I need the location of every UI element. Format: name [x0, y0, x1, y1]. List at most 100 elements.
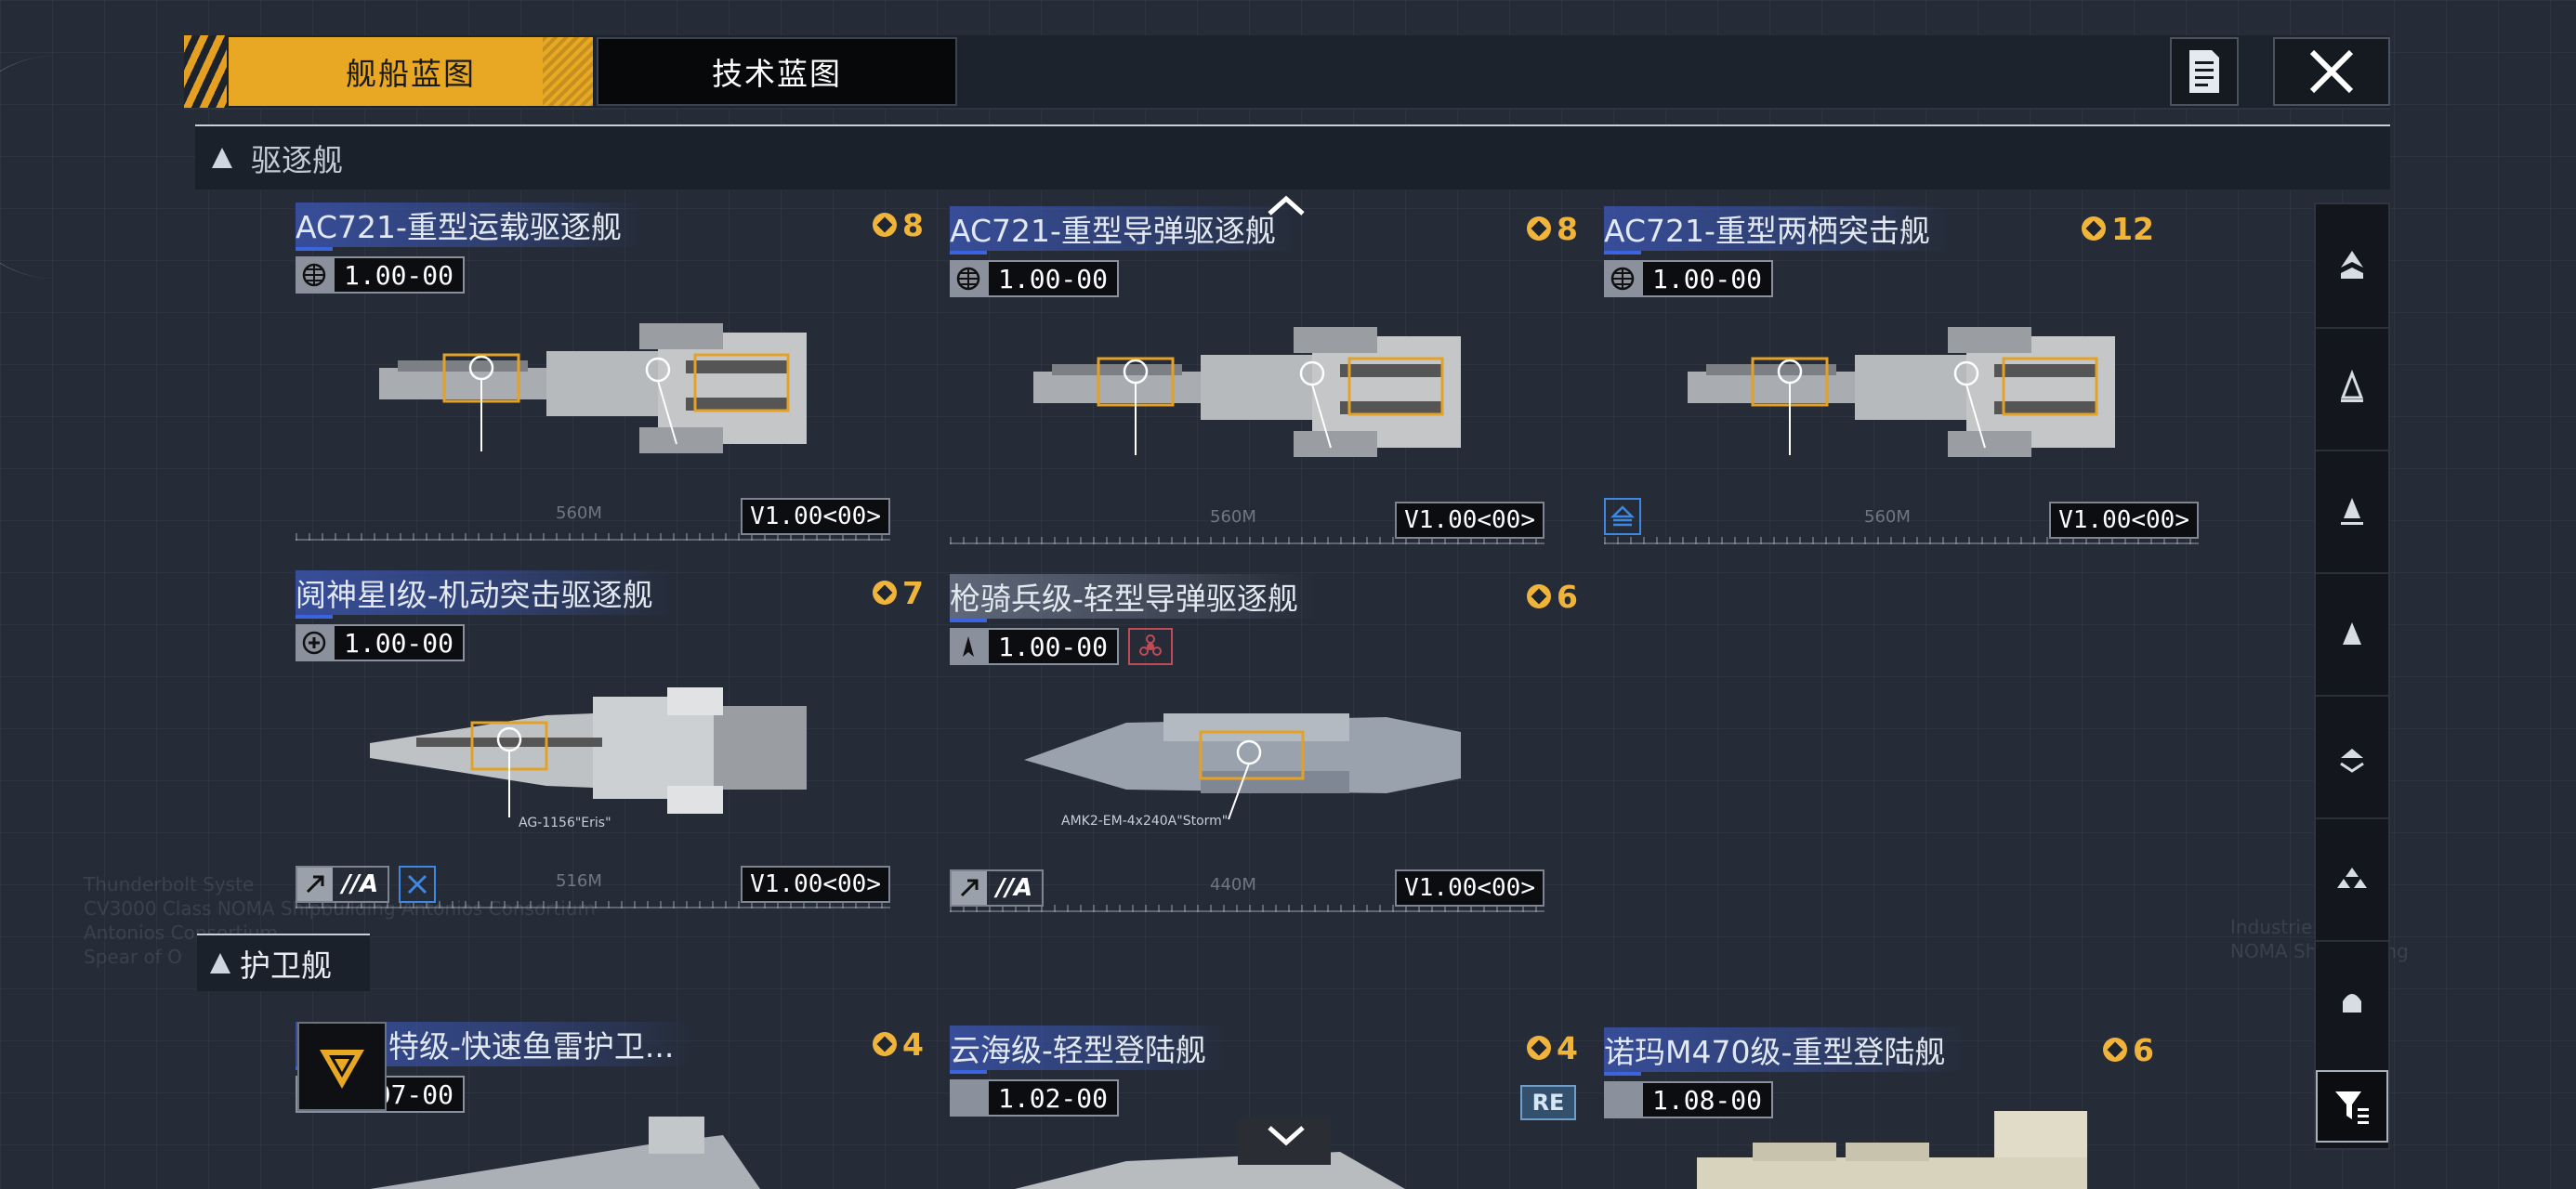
collapse-triangle-icon: [210, 953, 230, 973]
card-title: 云海级-轻型登陆舰: [950, 1026, 1225, 1074]
re-badge: RE: [1520, 1085, 1576, 1120]
dimension-text: 516M: [556, 871, 602, 891]
filter-button[interactable]: [2316, 1070, 2388, 1143]
card-cost: 8: [873, 203, 924, 247]
dimension-row: 560M V1.00<00>: [1604, 498, 2236, 544]
blueprint-card[interactable]: 阋神星I级-机动突击驱逐舰 7 1.00-00 AG-1156"Eris" //…: [296, 570, 927, 923]
amphibious-icon: [1604, 498, 1641, 535]
stat-value: 1.00-00: [333, 256, 466, 294]
filter-frigate[interactable]: [2316, 695, 2388, 819]
version-label: V1.00<00>: [1395, 502, 1544, 539]
document-button[interactable]: [2170, 37, 2239, 106]
avatar[interactable]: [297, 1022, 387, 1111]
ship-caption: AG-1156"Eris": [519, 816, 611, 830]
fighter-icon: [950, 628, 987, 665]
dimension-row: 560M V1.00<00>: [296, 498, 927, 541]
card-title: AC721-重型两栖突击舰: [1604, 206, 1949, 255]
blueprint-card[interactable]: 枪骑兵级-轻型导弹驱逐舰 6 1.00-00 AMK2-EM-4x240A"St…: [950, 574, 1582, 927]
tag-group: //A: [296, 866, 437, 903]
ship-image: AG-1156"Eris": [370, 687, 807, 830]
card-cost: 7: [873, 570, 924, 615]
crossed-swords-icon: [399, 866, 437, 903]
stat-value: 1.02-00: [987, 1079, 1120, 1117]
cost-value: 7: [902, 574, 924, 611]
card-cost: 6: [1527, 574, 1578, 619]
card-title: AC721-重型导弹驱逐舰: [950, 206, 1295, 255]
scroll-up-icon[interactable]: [1264, 191, 1308, 219]
stat-badge: 1.02-00: [950, 1079, 1120, 1117]
tab-label: 技术蓝图: [712, 56, 842, 92]
tab-label: 舰船蓝图: [346, 56, 476, 92]
ship-image: [370, 1117, 760, 1189]
assault-icon: [297, 868, 333, 901]
ship-image: [1688, 327, 2115, 457]
blueprint-card[interactable]: AC721-重型导弹驱逐舰 8 1.00-00 560M V1.00<00>: [950, 206, 1582, 559]
tab-ship-blueprints[interactable]: 舰船蓝图: [229, 37, 593, 106]
filter-carrier[interactable]: [2316, 327, 2388, 451]
card-title: AC721-重型运载驱逐舰: [296, 203, 640, 251]
dimension-text: 560M: [1864, 507, 1911, 527]
filter-auxiliary[interactable]: [2316, 940, 2388, 1063]
role-tag: //A: [296, 866, 390, 903]
assault-icon: [952, 871, 987, 905]
version-label: V1.00<00>: [2049, 502, 2199, 539]
bg-text-4: Spear of O: [84, 946, 182, 968]
stat-value: 1.00-00: [1641, 260, 1774, 297]
dimension-text: 560M: [1210, 507, 1256, 527]
cost-value: 4: [902, 1026, 924, 1063]
ship-caption: AMK2-EM-4x240A"Storm": [1061, 814, 1228, 829]
coin-icon: [2082, 216, 2107, 241]
coin-icon: [1527, 216, 1552, 241]
background-arc: [0, 56, 78, 279]
card-cost: 8: [1527, 206, 1578, 251]
section-header-frigate[interactable]: 护卫舰: [197, 934, 370, 991]
scroll-down-icon[interactable]: [1264, 1122, 1308, 1150]
dimension-text: 560M: [556, 503, 602, 523]
blueprint-card[interactable]: 特级-快速鱼雷护卫... 4 1.07-00: [296, 1022, 927, 1189]
module-icon: [950, 1079, 987, 1117]
frigate-icon: [2340, 749, 2364, 773]
card-title-text: 阋神星I级-机动突击驱逐舰: [296, 577, 653, 613]
blueprint-card[interactable]: AC721-重型两栖突击舰 12 1.00-00 560M V1.00<00>: [1604, 206, 2236, 559]
section-label: 护卫舰: [240, 947, 332, 984]
coin-icon: [873, 581, 898, 605]
blueprint-card[interactable]: 诺玛M470级-重型登陆舰 6 1.08-00: [1604, 1027, 2236, 1189]
stat-value: 1.00-00: [333, 624, 466, 661]
cruiser-icon: [2341, 498, 2363, 525]
radiation-icon: [1128, 628, 1174, 665]
card-title: 枪骑兵级-轻型导弹驱逐舰: [950, 574, 1317, 622]
class-filter-rail: [2314, 203, 2390, 1150]
coin-icon: [1527, 584, 1552, 608]
card-title-text: AC721-重型两栖突击舰: [1604, 213, 1930, 249]
filter-corvette[interactable]: [2316, 817, 2388, 942]
blueprint-card[interactable]: AC721-重型运载驱逐舰 8 1.00-00 560M V1.00<00>: [296, 203, 927, 555]
stat-badge: 1.00-00: [296, 624, 466, 661]
filter-cruiser[interactable]: [2316, 450, 2388, 574]
card-title: 诺玛M470级-重型登陆舰: [1604, 1027, 1965, 1076]
globe-icon: [296, 256, 333, 294]
dimension-row: 560M V1.00<00>: [950, 502, 1582, 544]
dimension-text: 440M: [1210, 875, 1256, 895]
globe-icon: [950, 260, 987, 297]
ship-image: AMK2-EM-4x240A"Storm": [1024, 713, 1461, 829]
rank-chevron-icon: [320, 1050, 364, 1089]
role-tag: //A: [950, 869, 1045, 907]
filter-battleship[interactable]: [2316, 204, 2388, 329]
role-tag-text: //A: [342, 870, 379, 898]
tab-tech-blueprints[interactable]: 技术蓝图: [597, 37, 957, 106]
filter-destroyer[interactable]: [2316, 572, 2388, 697]
close-button[interactable]: [2273, 37, 2390, 106]
cost-value: 8: [1557, 210, 1578, 247]
cost-value: 12: [2111, 210, 2154, 247]
ship-image: [1033, 327, 1461, 457]
blueprint-card[interactable]: 云海级-轻型登陆舰 4 1.02-00 RE: [950, 1026, 1582, 1189]
section-header-destroyer[interactable]: 驱逐舰: [195, 124, 2390, 189]
coin-icon: [2103, 1038, 2128, 1062]
stat-value: 1.00-00: [987, 260, 1120, 297]
version-label: V1.00<00>: [741, 498, 890, 535]
tag-group: //A: [950, 869, 1045, 907]
coin-icon: [1527, 1036, 1552, 1060]
auxiliary-icon: [2343, 994, 2361, 1013]
close-icon: [2309, 49, 2354, 94]
globe-icon: [1604, 260, 1641, 297]
